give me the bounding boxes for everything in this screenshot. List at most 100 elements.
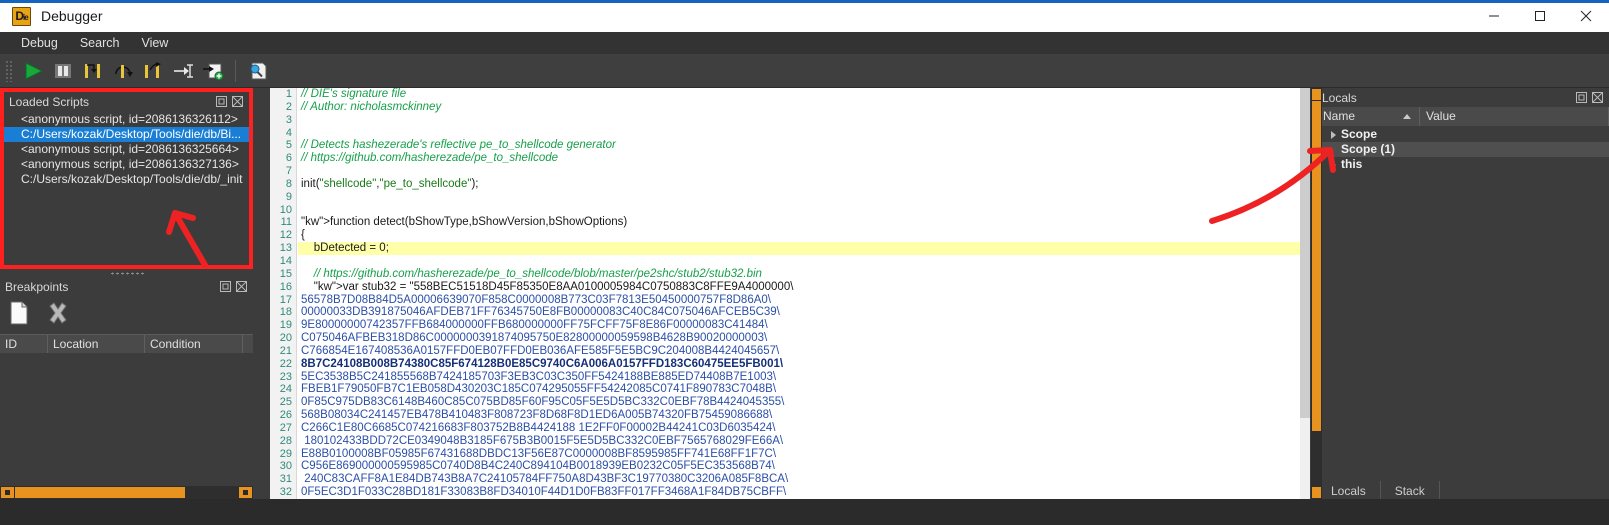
column-header-location[interactable]: Location — [48, 335, 145, 353]
code-line[interactable]: 13 bDetected = 0; — [280, 242, 1310, 255]
scrollbar-thumb[interactable] — [1300, 88, 1310, 418]
column-header-condition[interactable]: Condition — [145, 335, 243, 353]
script-search-icon[interactable] — [243, 56, 273, 86]
line-number: 20 — [279, 332, 292, 345]
code-line[interactable]: 19 9E80000000742357FFB684000000FFB6800000… — [280, 319, 1310, 332]
scroll-right-icon[interactable] — [239, 487, 252, 498]
restore-panel-icon[interactable] — [1575, 91, 1589, 105]
code-line[interactable]: 9 — [286, 191, 1310, 204]
code-line[interactable]: 14 — [280, 255, 1310, 268]
code-line[interactable]: 25 0F85C975DB83C6148B460C85C075BD85F60F95… — [280, 396, 1310, 409]
maximize-icon[interactable] — [1517, 0, 1563, 32]
delete-breakpoint-icon[interactable] — [46, 301, 70, 330]
code-text: 9E80000000742357FFB684000000FFB680000000… — [301, 319, 768, 332]
panel-splitter[interactable] — [0, 269, 253, 277]
step-into-icon[interactable] — [108, 56, 138, 86]
step-out-icon[interactable] — [138, 56, 168, 86]
code-line[interactable]: 22 8B7C24108B008B74380C85F674128B0E85C974… — [280, 358, 1310, 371]
code-line[interactable]: 24 FBEB1F79050FB7C1EB058D430203C185C07429… — [280, 383, 1310, 396]
dock-vscrollbar[interactable] — [1311, 88, 1322, 499]
run-to-cursor-icon[interactable] — [168, 56, 198, 86]
script-editor[interactable]: 1 // DIE's signature file 2 // Author: nich… — [270, 88, 1310, 499]
column-header-value[interactable]: Value — [1420, 107, 1609, 126]
menu-bar: Debug Search View — [0, 32, 1609, 54]
step-over-icon[interactable] — [78, 56, 108, 86]
minimize-icon[interactable] — [1471, 0, 1517, 32]
menu-view[interactable]: View — [130, 34, 179, 52]
line-number: 26 — [279, 409, 292, 422]
code-area[interactable]: 1 // DIE's signature file 2 // Author: nich… — [280, 88, 1310, 499]
code-line[interactable]: 23 5EC3538B5C241855568B7424185703F3EB3C03… — [280, 371, 1310, 384]
code-text: C956E869000000595985C0740D8B4C240C894104… — [301, 460, 775, 473]
code-line[interactable]: 6 // https://github.com/hasherezade/pe_to… — [286, 152, 1310, 165]
code-line[interactable]: 32 0F5EC3D1F033C28BD181F33083B8FD34010F44… — [280, 486, 1310, 499]
scroll-left-icon[interactable] — [1, 487, 14, 498]
list-item[interactable]: Scope — [1317, 127, 1609, 142]
scroll-down-icon[interactable] — [1312, 487, 1321, 498]
line-number: 4 — [285, 126, 292, 139]
list-item[interactable]: this — [1317, 157, 1609, 172]
chevron-right-icon[interactable] — [1325, 160, 1341, 169]
toolbar-grip[interactable] — [5, 59, 14, 82]
list-item[interactable]: C:/Users/kozak/Desktop/Tools/die/db/Bi..… — [4, 127, 249, 142]
code-line[interactable]: 26 568B08034C241457EB478B410483F808723F8D… — [280, 409, 1310, 422]
code-line[interactable]: 7 — [286, 165, 1310, 178]
loaded-scripts-list[interactable]: <anonymous script, id=2086136326112> C:/… — [4, 111, 249, 265]
code-text: // Author: nicholasmckinney — [301, 100, 442, 113]
window-title: Debugger — [41, 8, 103, 24]
code-line[interactable]: 18 00000033DB391875046AFDEB71FF76345750E8… — [280, 306, 1310, 319]
list-item[interactable]: C:/Users/kozak/Desktop/Tools/die/db/_ini… — [4, 172, 249, 187]
code-line[interactable]: 11 "kw">function detect(bShowType,bShowVe… — [281, 216, 1310, 229]
scroll-up-icon[interactable] — [1312, 89, 1321, 100]
locals-tree[interactable]: Scope Scope (1) this — [1317, 126, 1609, 481]
menu-search[interactable]: Search — [69, 34, 131, 52]
code-line[interactable]: 20 C075046AFBEB318D86C0000000391874095750… — [280, 332, 1310, 345]
breakpoints-hscrollbar[interactable] — [0, 486, 253, 499]
code-line[interactable]: 1 // DIE's signature file — [286, 88, 1310, 101]
close-panel-icon[interactable] — [231, 95, 245, 109]
line-number: 31 — [279, 473, 292, 486]
column-header-name[interactable]: Name — [1317, 107, 1420, 126]
pause-bars-icon[interactable] — [48, 56, 78, 86]
list-item[interactable]: <anonymous script, id=2086136327136> — [4, 157, 249, 172]
new-breakpoint-icon[interactable] — [8, 301, 30, 330]
add-script-icon[interactable] — [198, 56, 228, 86]
list-item[interactable]: <anonymous script, id=2086136325664> — [4, 142, 249, 157]
code-line[interactable]: 31 240C83CAFF8A1E84DB743B8A7C24105784FF7… — [280, 473, 1310, 486]
code-line[interactable]: 8 init("shellcode","pe_to_shellcode"); — [286, 178, 1310, 191]
code-line[interactable]: 5 // Detects hashezerade's reflective pe_… — [286, 139, 1310, 152]
code-line[interactable]: 28 180102433BDD72CE0349048B3185F675B3B00… — [280, 435, 1310, 448]
code-line[interactable]: 17 56578B7D08B84D5A00006639070F858C000000… — [280, 294, 1310, 307]
scrollbar-thumb[interactable] — [15, 487, 185, 498]
code-text: E88B0100008BF05985F67431688DBDC13F56E87C… — [301, 447, 777, 460]
close-panel-icon[interactable] — [235, 280, 249, 294]
list-item[interactable]: <anonymous script, id=2086136326112> — [4, 112, 249, 127]
close-panel-icon[interactable] — [1591, 91, 1605, 105]
code-text: C075046AFBEB318D86C0000000391874095750E8… — [301, 332, 768, 345]
code-line[interactable]: 4 — [286, 127, 1310, 140]
breakpoints-table-body[interactable] — [0, 353, 253, 467]
play-triangle-icon[interactable] — [18, 56, 48, 86]
column-header-id[interactable]: ID — [0, 335, 48, 353]
restore-panel-icon[interactable] — [215, 95, 229, 109]
list-item[interactable]: Scope (1) — [1317, 142, 1609, 157]
code-line[interactable]: 30 C956E869000000595985C0740D8B4C240C8941… — [280, 460, 1310, 473]
tab-locals[interactable]: Locals — [1317, 481, 1381, 501]
code-line[interactable]: 16 "kw">var stub32 = "558BEC51518D45F853… — [280, 281, 1310, 294]
scrollbar-thumb[interactable] — [1312, 101, 1321, 431]
chevron-right-icon[interactable] — [1325, 130, 1341, 139]
close-icon[interactable] — [1563, 0, 1609, 32]
code-line[interactable]: 29 E88B0100008BF05985F67431688DBDC13F56E8… — [280, 447, 1310, 461]
scrollbar-track[interactable] — [185, 487, 238, 498]
tab-stack[interactable]: Stack — [1381, 481, 1440, 501]
code-line[interactable]: 15 // https://github.com/hasherezade/pe_… — [280, 268, 1310, 281]
code-line[interactable]: 2 // Author: nicholasmckinney — [286, 100, 1310, 114]
code-line[interactable]: 27 C266C1E80C6685C074216683F803752B8B4424… — [280, 422, 1310, 435]
code-line[interactable]: 3 — [286, 114, 1310, 127]
code-line[interactable]: 10 — [280, 204, 1310, 217]
menu-debug[interactable]: Debug — [10, 34, 69, 52]
restore-panel-icon[interactable] — [219, 280, 233, 294]
code-line[interactable]: 21 C766854E167408536A0157FFD0EB07FFD0EB03… — [280, 345, 1310, 358]
code-line[interactable]: 12 { — [280, 229, 1310, 242]
editor-vscrollbar[interactable] — [1300, 88, 1310, 499]
